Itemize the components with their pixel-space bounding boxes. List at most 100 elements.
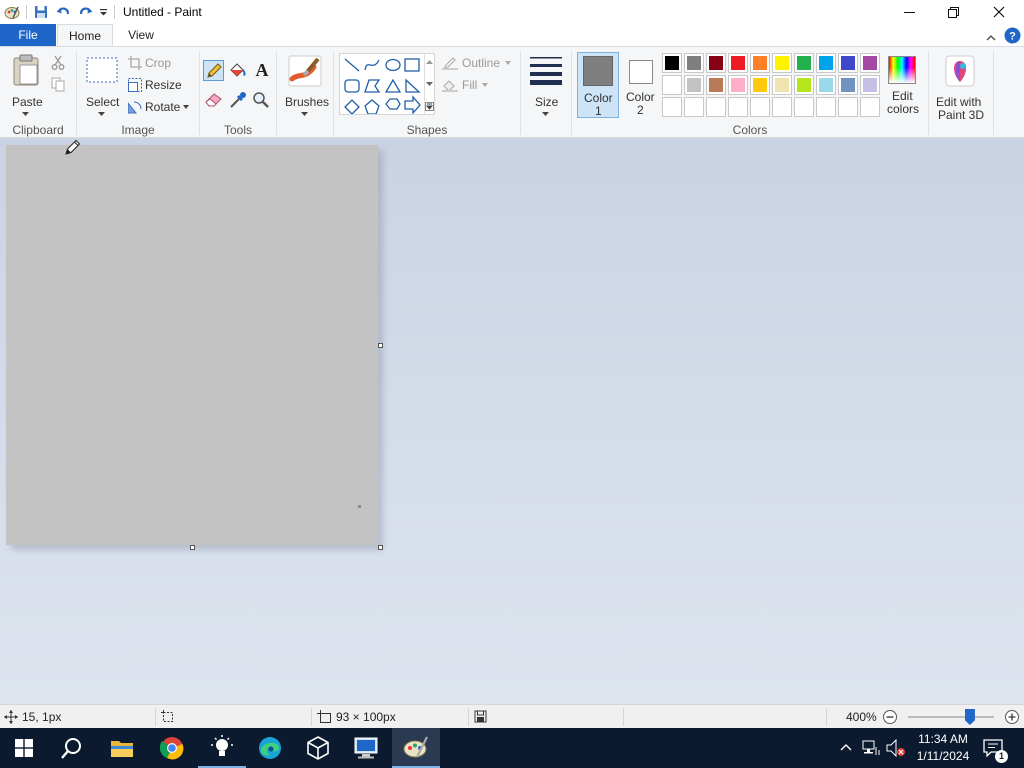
palette-swatch-fill	[687, 78, 701, 92]
palette-swatch[interactable]	[662, 53, 682, 73]
fill-bucket-icon[interactable]	[228, 61, 248, 81]
search-icon[interactable]	[48, 728, 96, 768]
paint-app-icon[interactable]	[2, 3, 22, 21]
canvas-resize-handle-bottom[interactable]	[190, 545, 195, 550]
color-palette	[662, 53, 884, 117]
custom-color-slot[interactable]	[794, 97, 814, 117]
palette-swatch-fill	[819, 56, 833, 70]
palette-swatch[interactable]	[728, 75, 748, 95]
custom-color-slot[interactable]	[728, 97, 748, 117]
minimize-ribbon-icon[interactable]	[984, 28, 998, 46]
brushes-button[interactable]: Brushes	[282, 51, 329, 119]
canvas-pixel-dot	[358, 505, 361, 508]
pencil-tool-button[interactable]	[203, 60, 224, 81]
palette-swatch[interactable]	[684, 53, 704, 73]
palette-swatch[interactable]	[772, 53, 792, 73]
tab-file[interactable]: File	[0, 24, 56, 46]
custom-color-slot[interactable]	[816, 97, 836, 117]
color-picker-icon[interactable]	[229, 91, 249, 111]
minimize-button[interactable]	[886, 0, 932, 24]
palette-swatch[interactable]	[838, 53, 858, 73]
outline-label: Outline	[462, 56, 501, 70]
remote-desktop-icon[interactable]	[342, 728, 390, 768]
edit-colors-button[interactable]: Edit colors	[884, 51, 922, 119]
zoom-out-button[interactable]	[882, 709, 898, 725]
pencil-cursor-icon	[65, 139, 81, 155]
size-button[interactable]: Size	[526, 51, 566, 119]
palette-swatch[interactable]	[706, 75, 726, 95]
custom-color-slot[interactable]	[684, 97, 704, 117]
rotate-button[interactable]: Rotate	[128, 99, 192, 115]
file-explorer-icon[interactable]	[98, 728, 146, 768]
palette-swatch[interactable]	[684, 75, 704, 95]
magnifier-icon[interactable]	[252, 91, 272, 111]
palette-swatch[interactable]	[816, 53, 836, 73]
custom-color-slot[interactable]	[838, 97, 858, 117]
tab-view[interactable]: View	[115, 24, 167, 46]
custom-color-slot[interactable]	[662, 97, 682, 117]
edge-icon[interactable]	[246, 728, 294, 768]
palette-swatch[interactable]	[706, 53, 726, 73]
eraser-icon[interactable]	[205, 91, 225, 111]
palette-swatch[interactable]	[662, 75, 682, 95]
color1-label-line2: 1	[595, 104, 602, 118]
show-hidden-icons-icon[interactable]	[840, 743, 852, 751]
canvas-resize-handle-right[interactable]	[378, 343, 383, 348]
palette-swatch-fill	[863, 78, 877, 92]
customize-quick-access-icon[interactable]	[97, 3, 109, 21]
palette-swatch[interactable]	[816, 75, 836, 95]
select-button[interactable]: Select	[82, 51, 122, 119]
palette-swatch[interactable]	[860, 53, 880, 73]
paint-taskbar-icon[interactable]	[392, 728, 440, 768]
palette-swatch[interactable]	[750, 75, 770, 95]
chrome-icon[interactable]	[148, 728, 196, 768]
color2-button[interactable]: Color 2	[621, 52, 661, 118]
paste-button[interactable]: Paste	[6, 51, 46, 119]
tab-home[interactable]: Home	[57, 24, 113, 47]
tips-lightbulb-icon[interactable]	[198, 728, 246, 768]
cut-icon[interactable]	[51, 55, 67, 71]
volume-muted-icon[interactable]	[886, 739, 906, 757]
palette-swatch[interactable]	[794, 53, 814, 73]
canvas-resize-handle-corner[interactable]	[378, 545, 383, 550]
ribbon: Paste Clipboard Select Crop Resize Rotat…	[0, 46, 1024, 138]
palette-swatch[interactable]	[728, 53, 748, 73]
palette-swatch[interactable]	[772, 75, 792, 95]
custom-color-slot[interactable]	[706, 97, 726, 117]
undo-icon[interactable]	[54, 3, 72, 21]
start-button[interactable]	[0, 728, 48, 768]
cursor-position-text: 15, 1px	[22, 710, 62, 724]
outline-button[interactable]: Outline	[442, 55, 514, 71]
shapes-gallery[interactable]	[339, 53, 435, 115]
fill-button[interactable]: Fill	[442, 77, 514, 93]
zoom-slider-thumb[interactable]	[964, 709, 975, 725]
custom-color-slot[interactable]	[860, 97, 880, 117]
palette-swatch[interactable]	[750, 53, 770, 73]
network-icon[interactable]	[862, 740, 880, 756]
restore-button[interactable]	[930, 0, 976, 24]
notifications-button[interactable]: 1	[980, 728, 1024, 768]
color1-button[interactable]: Color 1	[577, 52, 619, 118]
3d-viewer-icon[interactable]	[294, 728, 342, 768]
custom-color-slot[interactable]	[750, 97, 770, 117]
text-tool-icon[interactable]: A	[252, 60, 272, 80]
redo-icon[interactable]	[76, 3, 94, 21]
close-button[interactable]	[976, 0, 1022, 24]
zoom-in-button[interactable]	[1004, 709, 1020, 725]
resize-button[interactable]: Resize	[128, 77, 188, 93]
selection-size-icon	[161, 710, 173, 722]
custom-color-slot[interactable]	[772, 97, 792, 117]
save-icon[interactable]	[32, 3, 50, 21]
palette-swatch[interactable]	[860, 75, 880, 95]
select-label: Select	[86, 95, 120, 109]
palette-swatch[interactable]	[838, 75, 858, 95]
edit-with-paint3d-button[interactable]: Edit with Paint 3D	[933, 51, 989, 122]
drawing-canvas[interactable]	[6, 145, 378, 545]
crop-button[interactable]: Crop	[128, 55, 188, 71]
palette-swatch-fill	[863, 56, 877, 70]
zoom-slider-track[interactable]	[908, 709, 994, 725]
help-icon[interactable]: ?	[1003, 26, 1021, 44]
palette-swatch[interactable]	[794, 75, 814, 95]
copy-icon[interactable]	[51, 77, 67, 93]
taskbar-clock[interactable]: 11:34 AM 1/11/2024	[908, 731, 978, 765]
